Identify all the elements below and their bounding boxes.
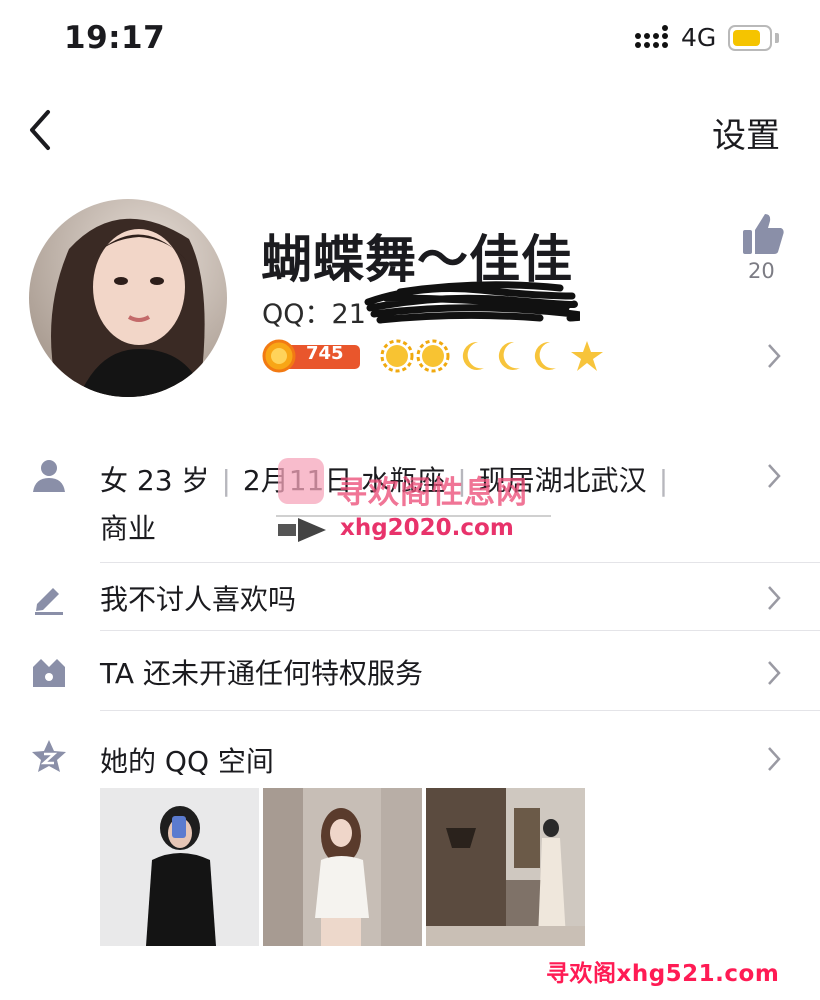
qzone-label[interactable]: 她的 QQ 空间 [100, 740, 274, 780]
chevron-right-icon[interactable] [766, 342, 782, 370]
settings-button[interactable]: 设置 [712, 108, 780, 157]
redaction-scribble [364, 281, 580, 324]
qq-prefix: QQ： [262, 299, 332, 330]
divider [100, 562, 820, 563]
battery-icon [728, 25, 772, 51]
back-arrow-icon[interactable] [26, 108, 56, 152]
moon-icon [534, 341, 556, 370]
sun-icon [380, 339, 414, 373]
sun-icon [416, 339, 450, 373]
info-separator: | [221, 464, 231, 497]
watermark-site-name: 寻欢阁性息网 [336, 475, 528, 511]
star-icon [571, 341, 603, 371]
edit-pencil-icon [35, 588, 63, 615]
chevron-right-icon[interactable] [766, 462, 782, 490]
info-separator: | [658, 464, 669, 497]
chevron-right-icon[interactable] [766, 745, 782, 773]
network-type: 4G [681, 23, 717, 52]
crown-icon [33, 659, 65, 687]
divider [100, 630, 820, 631]
watermark-site-url: xhg2020.com [340, 515, 514, 541]
thumbs-up-icon[interactable] [741, 212, 785, 256]
level-number: 745 [306, 343, 344, 364]
moon-icon [462, 341, 484, 370]
occupation: 商业 [100, 512, 157, 545]
qzone-photo-1[interactable] [100, 788, 259, 946]
chevron-right-icon[interactable] [766, 584, 782, 612]
divider [100, 710, 820, 711]
moon-icon [498, 341, 520, 370]
gender-age: 女 23 岁 [100, 464, 210, 497]
signal-icon [635, 25, 668, 48]
qq-number: QQ：21 [262, 292, 366, 331]
person-icon [33, 460, 65, 492]
battery-cap [775, 33, 779, 43]
qzone-photo-2[interactable] [263, 788, 422, 946]
qzone-photo-3[interactable] [426, 788, 585, 946]
level-icons [380, 339, 603, 373]
qzone-star-icon [32, 740, 66, 772]
footer-watermark: 寻欢阁xhg521.com [546, 961, 780, 987]
avatar[interactable] [29, 199, 227, 397]
chevron-right-icon[interactable] [766, 659, 782, 687]
like-count: 20 [748, 259, 775, 283]
status-time: 19:17 [64, 20, 166, 56]
privilege-text[interactable]: TA 还未开通任何特权服务 [100, 652, 423, 692]
signature-text[interactable]: 我不讨人喜欢吗 [100, 578, 296, 618]
